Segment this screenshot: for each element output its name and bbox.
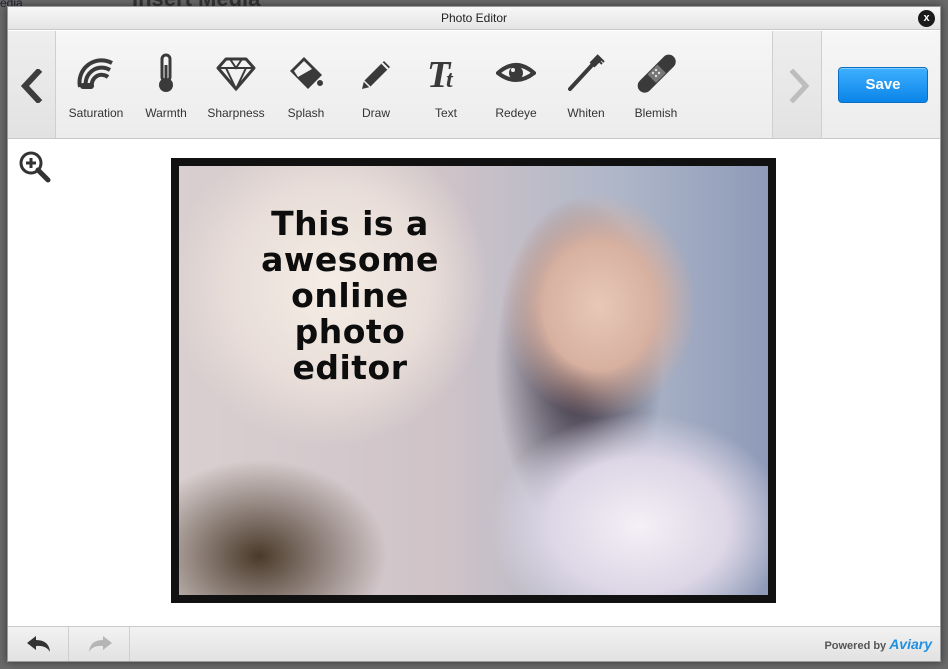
photo-overlay-text: This is a awesome online photo editor bbox=[225, 206, 475, 386]
tool-saturation[interactable]: Saturation bbox=[61, 31, 131, 138]
zoom-in-icon bbox=[19, 151, 51, 183]
tool-redeye[interactable]: Redeye bbox=[481, 31, 551, 138]
toothbrush-icon bbox=[568, 54, 605, 91]
edited-photo: This is a awesome online photo editor bbox=[179, 166, 768, 595]
powered-by-label: Powered by Aviary bbox=[824, 636, 932, 652]
chevron-right-icon bbox=[789, 69, 810, 103]
tool-warmth[interactable]: Warmth bbox=[131, 31, 201, 138]
photo-editor-dialog: Photo Editor x Saturation Warmth Sharpne… bbox=[7, 6, 941, 662]
photo-text-line: online bbox=[291, 276, 409, 315]
saturation-icon bbox=[77, 58, 113, 89]
paint-bucket-icon bbox=[290, 57, 323, 89]
next-tools-button[interactable] bbox=[772, 31, 822, 138]
redo-icon bbox=[89, 636, 112, 652]
previous-tools-button[interactable] bbox=[8, 31, 56, 138]
pencil-icon bbox=[362, 61, 390, 89]
eye-icon bbox=[496, 63, 536, 82]
svg-text:t: t bbox=[446, 67, 454, 93]
tool-blemish[interactable]: Blemish bbox=[621, 31, 691, 138]
close-button[interactable]: x bbox=[918, 10, 935, 27]
save-button[interactable]: Save bbox=[838, 67, 928, 103]
photo-text-line: editor bbox=[292, 348, 408, 387]
tool-label: Blemish bbox=[634, 106, 678, 120]
tool-splash[interactable]: Splash bbox=[271, 31, 341, 138]
tool-text[interactable]: T t Text bbox=[411, 31, 481, 138]
photo-text-line: This is a bbox=[271, 204, 429, 243]
thermometer-icon bbox=[159, 53, 173, 92]
bottom-bar: Powered by Aviary bbox=[8, 626, 940, 661]
tools-toolbar: Saturation Warmth Sharpness Splash Draw … bbox=[8, 31, 940, 139]
tool-sharpness[interactable]: Sharpness bbox=[201, 31, 271, 138]
bandage-icon bbox=[637, 54, 676, 93]
undo-icon bbox=[27, 636, 50, 652]
photo-canvas[interactable]: This is a awesome online photo editor bbox=[171, 158, 776, 603]
diamond-icon bbox=[216, 57, 256, 92]
chevron-left-icon bbox=[20, 69, 43, 103]
zoom-in-button[interactable] bbox=[18, 150, 52, 189]
text-icon: T t bbox=[427, 54, 454, 93]
tool-whiten[interactable]: Whiten bbox=[551, 31, 621, 138]
dialog-title: Photo Editor bbox=[440, 11, 508, 25]
photo-text-line: photo bbox=[294, 312, 406, 351]
photo-text-line: awesome bbox=[261, 240, 439, 279]
undo-button[interactable] bbox=[8, 627, 69, 661]
redo-button[interactable] bbox=[69, 627, 130, 661]
tool-list: Saturation Warmth Sharpness Splash Draw … bbox=[61, 31, 771, 138]
dialog-titlebar: Photo Editor x bbox=[8, 7, 940, 30]
powered-by-text: Powered by bbox=[824, 640, 887, 652]
aviary-logo: Aviary bbox=[889, 636, 932, 652]
tool-draw[interactable]: Draw bbox=[341, 31, 411, 138]
